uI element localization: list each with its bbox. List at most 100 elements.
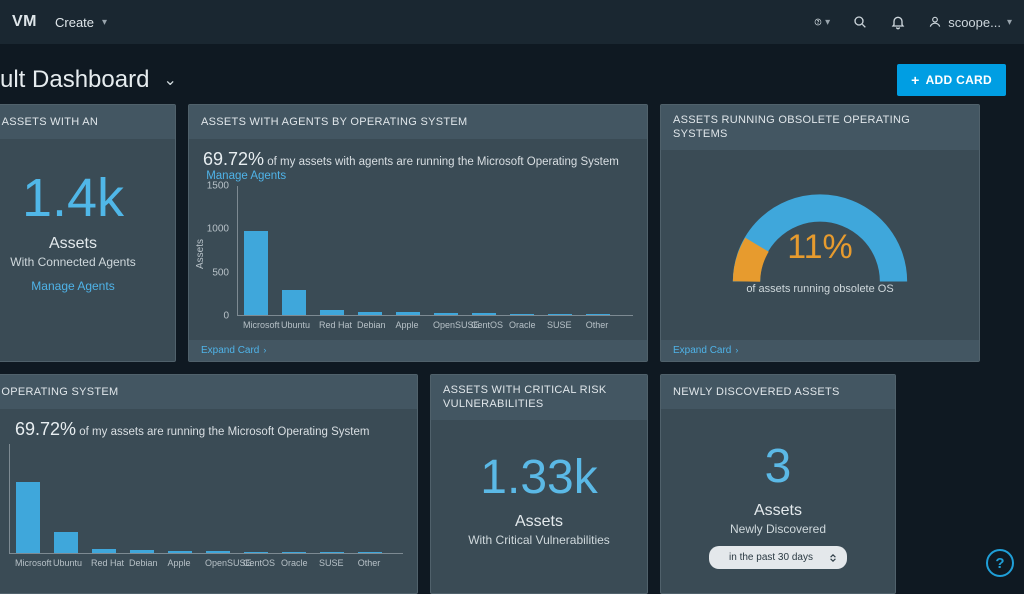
- bar-chart: Microsoft Ubuntu Red Hat Debian Apple OpenSUS…: [9, 444, 403, 568]
- bar-ubuntu[interactable]: [282, 290, 306, 315]
- xtick-label: Other: [357, 558, 381, 568]
- card-title: ASSETS RUNNING OBSOLETE OPERATING SYSTEM…: [661, 105, 979, 150]
- plot-area: [237, 186, 633, 316]
- card-title: BY OPERATING SYSTEM: [0, 375, 417, 409]
- stat-label: Assets: [675, 502, 881, 520]
- card-body: 69.72% of my assets are running the Micr…: [0, 409, 417, 593]
- create-button[interactable]: Create ▾: [55, 15, 107, 30]
- xtick-label: Ubuntu: [281, 320, 305, 330]
- expand-card-link[interactable]: Expand Card›: [673, 345, 738, 356]
- card-footer: Expand Card›: [661, 340, 979, 361]
- gauge-value: 11%: [715, 228, 925, 267]
- pct-unit: %: [60, 419, 76, 439]
- user-label: scoope...: [948, 15, 1001, 30]
- xtick-label: OpenSUSE: [205, 558, 229, 568]
- dashboard-title[interactable]: ult Dashboard ⌄: [0, 66, 177, 94]
- pct-unit: %: [248, 149, 264, 169]
- card-obsolete-os: ASSETS RUNNING OBSOLETE OPERATING SYSTEM…: [660, 104, 980, 362]
- help-icon[interactable]: ▾: [814, 14, 830, 30]
- xtick-label: Debian: [129, 558, 153, 568]
- bar-oracle[interactable]: [282, 552, 306, 553]
- add-card-button[interactable]: + ADD CARD: [897, 64, 1006, 96]
- x-ticks: MicrosoftUbuntuRed HatDebianAppleOpenSUS…: [237, 316, 633, 330]
- ytick-label: 1500: [207, 181, 229, 192]
- bar-debian[interactable]: [130, 550, 154, 553]
- card-title: ASSETS WITH CRITICAL RISK VULNERABILITIE…: [431, 375, 647, 420]
- card-title: NEWLY DISCOVERED ASSETS: [661, 375, 895, 409]
- create-label: Create: [55, 15, 94, 30]
- bar-red hat[interactable]: [320, 310, 344, 315]
- xtick-label: Microsoft: [243, 320, 267, 330]
- summary-line: 69.72% of my assets are running the Micr…: [15, 419, 403, 440]
- xtick-label: Ubuntu: [53, 558, 77, 568]
- card-critical-vulns: ASSETS WITH CRITICAL RISK VULNERABILITIE…: [430, 374, 648, 594]
- xtick-label: Oracle: [281, 558, 305, 568]
- search-icon[interactable]: [852, 14, 868, 30]
- bar-centos[interactable]: [244, 552, 268, 553]
- bell-icon[interactable]: [890, 14, 906, 30]
- user-menu[interactable]: scoope... ▾: [928, 15, 1012, 30]
- ytick-label: 1000: [207, 224, 229, 235]
- range-selector[interactable]: in the past 30 days: [675, 546, 881, 569]
- add-card-label: ADD CARD: [926, 73, 992, 87]
- assets-sub: With Connected Agents: [0, 255, 161, 269]
- xtick-label: Microsoft: [15, 558, 39, 568]
- bar-debian[interactable]: [358, 312, 382, 315]
- card-body: 3 Assets Newly Discovered in the past 30…: [661, 409, 895, 593]
- chevron-down-icon: ⌄: [163, 70, 176, 90]
- bar-opensuse[interactable]: [434, 313, 458, 315]
- xtick-label: Other: [585, 320, 609, 330]
- range-label: in the past 30 days: [719, 549, 823, 566]
- card-body: 11% of assets running obsolete OS: [661, 150, 979, 362]
- summary-line: 69.72% of my assets with agents are runn…: [203, 149, 633, 182]
- page-header: ult Dashboard ⌄ + ADD CARD: [0, 44, 1024, 110]
- bar-centos[interactable]: [472, 313, 496, 315]
- bar-microsoft[interactable]: [244, 231, 268, 315]
- xtick-label: Debian: [357, 320, 381, 330]
- updown-icon: [829, 554, 837, 562]
- x-ticks: Microsoft Ubuntu Red Hat Debian Apple OpenSUS…: [9, 554, 403, 568]
- assets-label: Assets: [0, 235, 161, 253]
- xtick-label: Red Hat: [319, 320, 343, 330]
- bar-suse[interactable]: [548, 314, 572, 315]
- help-fab[interactable]: ?: [986, 549, 1014, 577]
- bar-suse[interactable]: [320, 552, 344, 553]
- cards-container: OF ASSETS WITH AN 1.4k Assets With Conne…: [0, 104, 1014, 587]
- stat-value: 1.33k: [445, 450, 633, 505]
- plus-icon: +: [911, 72, 919, 88]
- card-body: 69.72% of my assets with agents are runn…: [189, 139, 647, 361]
- bar-oracle[interactable]: [510, 314, 534, 315]
- bar-other[interactable]: [586, 314, 610, 315]
- chevron-down-icon: ▾: [102, 17, 107, 28]
- card-agents-by-os: ASSETS WITH AGENTS BY OPERATING SYSTEM 6…: [188, 104, 648, 362]
- bar-ubuntu[interactable]: [54, 532, 78, 553]
- xtick-label: CentOS: [243, 558, 267, 568]
- bar-microsoft[interactable]: [16, 482, 40, 553]
- user-icon: [928, 15, 942, 29]
- xtick-label: SUSE: [319, 558, 343, 568]
- card-body: 1.33k Assets With Critical Vulnerabiliti…: [431, 420, 647, 594]
- manage-agents-link[interactable]: Manage Agents: [0, 279, 161, 293]
- bar-other[interactable]: [358, 552, 382, 553]
- card-body: 1.4k Assets With Connected Agents Manage…: [0, 139, 175, 361]
- bar-apple[interactable]: [396, 312, 420, 315]
- summary-text: of my assets with agents are running the…: [267, 156, 619, 168]
- card-by-os: BY OPERATING SYSTEM 69.72% of my assets …: [0, 374, 418, 594]
- page-title-text: ult Dashboard: [0, 66, 149, 94]
- xtick-label: Apple: [167, 558, 191, 568]
- card-assets-connected: OF ASSETS WITH AN 1.4k Assets With Conne…: [0, 104, 176, 362]
- summary-text: of my assets are running the Microsoft O…: [79, 426, 369, 438]
- card-title: OF ASSETS WITH AN: [0, 105, 175, 139]
- xtick-label: Red Hat: [91, 558, 115, 568]
- expand-card-link[interactable]: Expand Card›: [201, 345, 266, 356]
- topbar-right: ▾ scoope... ▾: [814, 14, 1012, 30]
- bar-apple[interactable]: [168, 551, 192, 553]
- bar-chart: 050010001500 MicrosoftUbuntuRed HatDebia…: [237, 186, 633, 330]
- chevron-down-icon: ▾: [1007, 17, 1012, 28]
- pct-value: 69.72: [203, 149, 248, 169]
- plot-area: [9, 444, 403, 554]
- assets-count: 1.4k: [0, 167, 161, 229]
- bar-red hat[interactable]: [92, 549, 116, 553]
- bar-opensuse[interactable]: [206, 551, 230, 553]
- xtick-label: CentOS: [471, 320, 495, 330]
